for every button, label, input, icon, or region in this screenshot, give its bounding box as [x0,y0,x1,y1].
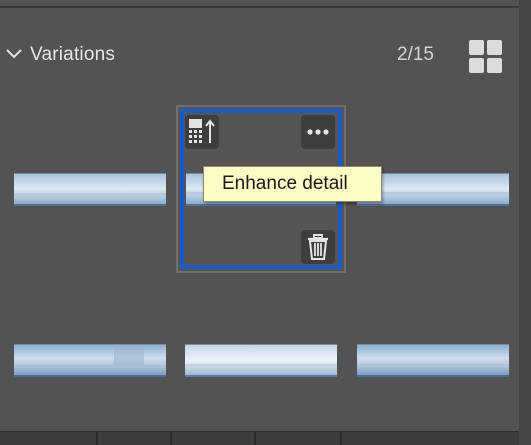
panel-title: Variations [30,44,116,65]
enhance-detail-tooltip: Enhance detail [203,166,382,202]
enhance-detail-icon[interactable] [185,115,219,149]
top-divider [0,6,519,8]
bottom-toolbar [0,431,519,445]
trash-icon[interactable] [301,230,335,264]
variation-thumbnail-6[interactable] [357,344,509,377]
variations-panel: Variations 2/15 Enhance detail [0,0,531,445]
variations-header: Variations 2/15 [0,36,519,76]
more-options-icon[interactable] [301,115,335,149]
grid-view-icon[interactable] [469,40,502,73]
variation-thumbnail-1[interactable] [14,173,166,206]
variation-counter: 2/15 [397,44,434,65]
variation-thumbnail-5[interactable] [185,344,337,377]
scrollbar-track[interactable] [519,0,531,445]
variation-thumbnail-4[interactable] [14,344,166,377]
chevron-down-icon[interactable] [5,47,23,61]
